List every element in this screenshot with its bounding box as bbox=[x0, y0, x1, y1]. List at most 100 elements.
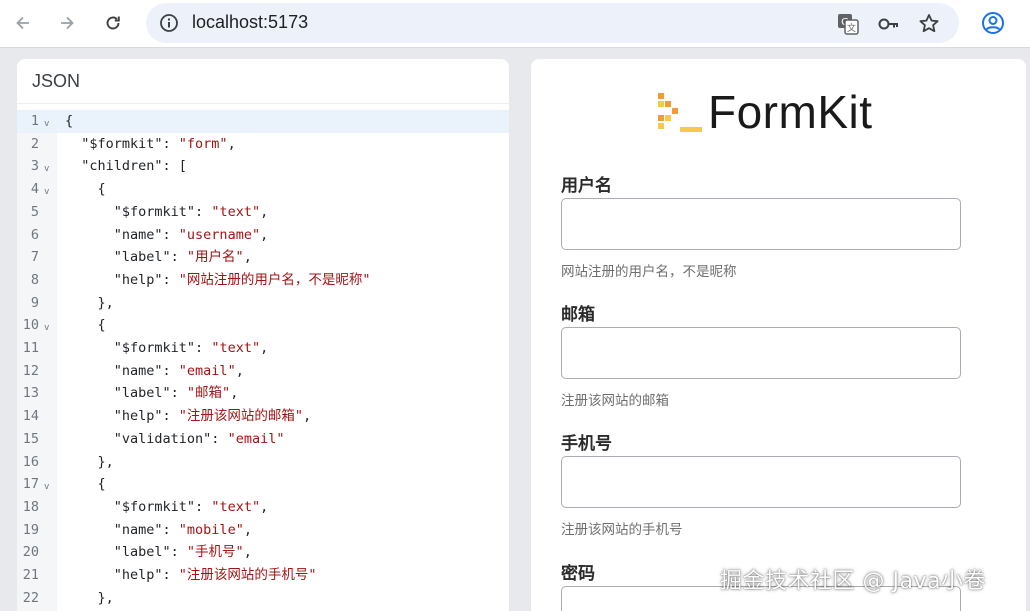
json-editor[interactable]: 1 v{2 "$formkit": "form", 3 v "children": [… bbox=[17, 110, 509, 611]
code-text: { bbox=[65, 314, 106, 337]
json-token: "name": bbox=[65, 362, 179, 379]
code-text: { bbox=[65, 178, 106, 201]
reload-icon bbox=[106, 16, 120, 30]
json-token: "label": bbox=[65, 249, 187, 266]
code-line[interactable]: 17 v { bbox=[17, 473, 509, 496]
code-line[interactable]: 9 }, bbox=[17, 292, 509, 315]
form-input[interactable] bbox=[561, 327, 961, 379]
json-token: "$formkit": bbox=[65, 340, 212, 356]
json-panel: JSON 1 v{2 "$formkit": "form", 3 v "childre… bbox=[17, 59, 509, 611]
profile-button[interactable] bbox=[978, 8, 1008, 38]
code-line[interactable]: 12 "name": "email", bbox=[17, 360, 509, 383]
json-token: , bbox=[235, 362, 244, 379]
code-line[interactable]: 5 "$formkit": "text", bbox=[17, 201, 509, 224]
back-button[interactable] bbox=[8, 8, 38, 38]
json-token: , bbox=[260, 203, 269, 220]
url-text[interactable]: localhost:5173 bbox=[192, 12, 308, 33]
code-line[interactable]: 18 "$formkit": "text", bbox=[17, 496, 509, 519]
json-string: "text" bbox=[211, 340, 261, 356]
line-number: 5 bbox=[30, 203, 39, 220]
back-icon bbox=[16, 16, 29, 30]
code-text: { bbox=[65, 473, 106, 496]
code-text: "$formkit": "text", bbox=[65, 337, 268, 360]
code-line[interactable]: 16 }, bbox=[17, 451, 509, 474]
code-text: "label": "用户名", bbox=[65, 246, 252, 269]
code-text: "name": "email", bbox=[65, 360, 244, 383]
json-token: , bbox=[260, 340, 269, 356]
line-number: 1 bbox=[30, 113, 39, 129]
json-string: "text" bbox=[211, 498, 261, 515]
json-token: "label": bbox=[65, 544, 187, 561]
json-token: , bbox=[227, 135, 236, 152]
form-preview-panel: FormKit 用户名 网站注册的用户名，不是昵称 邮箱 注册该网站的邮箱 手机号 注册该… bbox=[531, 59, 1026, 611]
code-line[interactable]: 2 "$formkit": "form", bbox=[17, 133, 509, 156]
formkit-logo-icon bbox=[658, 93, 702, 132]
forward-icon bbox=[61, 16, 74, 30]
logo-text: FormKit bbox=[708, 86, 873, 138]
field-label: 手机号 bbox=[561, 434, 612, 454]
json-token: { bbox=[65, 113, 74, 129]
json-token: "help": bbox=[65, 408, 179, 425]
browser-toolbar: localhost:5173 G文 bbox=[0, 0, 1030, 48]
line-number: 22 bbox=[22, 589, 39, 606]
json-token: , bbox=[243, 521, 252, 538]
code-text: { bbox=[65, 110, 73, 133]
code-line[interactable]: 7 "label": "用户名", bbox=[17, 246, 509, 269]
code-line[interactable]: 3v "children": [ bbox=[17, 155, 509, 178]
json-string: "username" bbox=[178, 226, 261, 243]
reload-button[interactable] bbox=[98, 8, 128, 38]
forward-button[interactable] bbox=[52, 8, 82, 38]
line-number: 2 bbox=[30, 135, 39, 152]
json-token: "validation": bbox=[65, 430, 228, 447]
json-token: { bbox=[65, 476, 106, 493]
code-line[interactable]: 21 "help": "注册该网站的手机号" bbox=[17, 564, 509, 587]
json-token: "name": bbox=[65, 226, 179, 243]
code-line[interactable]: 4v { bbox=[17, 178, 509, 201]
code-line[interactable]: 11 "$formkit": "text", bbox=[17, 337, 509, 360]
code-text: }, bbox=[65, 451, 114, 474]
code-line[interactable]: 14 "help": "注册该网站的邮箱", bbox=[17, 405, 509, 428]
json-token: "help": bbox=[65, 271, 179, 288]
code-text: "label": "邮箱", bbox=[65, 382, 239, 405]
line-number: 7 bbox=[30, 249, 39, 266]
json-token: "help": bbox=[65, 567, 179, 583]
info-icon[interactable] bbox=[158, 12, 180, 34]
form-input[interactable] bbox=[561, 198, 961, 250]
line-number: 4 bbox=[30, 181, 39, 198]
star-icon[interactable] bbox=[917, 12, 941, 36]
code-line[interactable]: 15 "validation": "email" bbox=[17, 428, 509, 451]
json-string: "手机号" bbox=[186, 544, 244, 561]
code-text: "$formkit": "text", bbox=[65, 201, 268, 224]
code-text: "$formkit": "text", bbox=[65, 496, 268, 519]
code-line[interactable]: 10 v { bbox=[17, 314, 509, 337]
json-string: "网站注册的用户名，不是昵称" bbox=[178, 271, 371, 288]
field-label: 邮箱 bbox=[561, 305, 595, 325]
line-number: 8 bbox=[30, 271, 39, 288]
code-text: "validation": "email" bbox=[65, 428, 285, 451]
form-input[interactable] bbox=[561, 456, 961, 508]
json-token: "$formkit": bbox=[65, 135, 179, 152]
json-token: }, bbox=[65, 589, 114, 606]
code-line[interactable]: 22 }, bbox=[17, 587, 509, 610]
code-line[interactable]: 6 "name": "username", bbox=[17, 224, 509, 247]
line-number: 12 bbox=[22, 362, 39, 379]
field-help-text: 网站注册的用户名，不是昵称 bbox=[561, 264, 737, 280]
key-icon[interactable] bbox=[877, 12, 901, 36]
translate-icon[interactable]: G文 bbox=[836, 12, 860, 36]
field-help-text: 注册该网站的手机号 bbox=[561, 522, 683, 538]
line-number: 13 bbox=[22, 385, 39, 402]
code-line[interactable]: 19 "name": "mobile", bbox=[17, 519, 509, 542]
json-token: "$formkit": bbox=[65, 498, 212, 515]
json-token: , bbox=[303, 408, 312, 425]
code-line[interactable]: 20 "label": "手机号", bbox=[17, 541, 509, 564]
json-string: "form" bbox=[178, 135, 228, 152]
json-token: { bbox=[65, 317, 106, 334]
code-text: }, bbox=[65, 587, 114, 610]
address-bar[interactable]: localhost:5173 G文 bbox=[146, 3, 959, 43]
code-line[interactable]: 1 v{ bbox=[17, 110, 509, 133]
profile-icon bbox=[982, 12, 1004, 34]
code-line[interactable]: 13 "label": "邮箱", bbox=[17, 382, 509, 405]
formkit-logo: FormKit bbox=[656, 85, 901, 138]
code-line[interactable]: 8 "help": "网站注册的用户名，不是昵称" bbox=[17, 269, 509, 292]
code-text: "help": "注册该网站的邮箱", bbox=[65, 405, 311, 428]
